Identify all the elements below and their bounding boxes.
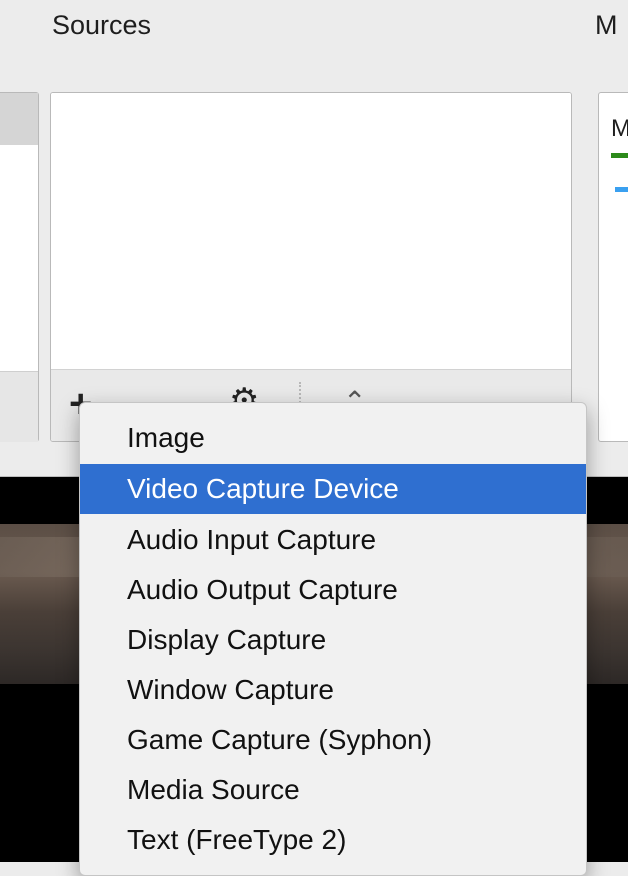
- scenes-panel[interactable]: [0, 92, 39, 442]
- scenes-toolbar: [0, 371, 38, 442]
- mixer-volume-meter: [611, 153, 628, 158]
- sources-panel: + ⚙ ⌃ ⌄: [50, 92, 572, 442]
- audio-mixer-panel: M: [598, 92, 628, 442]
- mixer-volume-slider[interactable]: [615, 187, 628, 192]
- menu-item-audio-input-capture[interactable]: Audio Input Capture: [80, 515, 586, 565]
- scene-list-item-selected[interactable]: [0, 93, 38, 145]
- mixer-dock-title: M: [595, 10, 618, 40]
- menu-item-window-capture[interactable]: Window Capture: [80, 665, 586, 715]
- menu-item-video-capture-device[interactable]: Video Capture Device: [80, 464, 586, 514]
- sources-list[interactable]: [51, 93, 571, 369]
- mixer-channel-label: M: [611, 115, 628, 143]
- menu-item-text-freetype-2[interactable]: Text (FreeType 2): [80, 815, 586, 865]
- add-source-menu: Image Video Capture Device Audio Input C…: [79, 402, 587, 876]
- menu-item-media-source[interactable]: Media Source: [80, 765, 586, 815]
- menu-item-image[interactable]: Image: [80, 413, 586, 463]
- menu-item-game-capture-syphon[interactable]: Game Capture (Syphon): [80, 715, 586, 765]
- menu-item-audio-output-capture[interactable]: Audio Output Capture: [80, 565, 586, 615]
- menu-item-display-capture[interactable]: Display Capture: [80, 615, 586, 665]
- sources-dock-title: Sources: [52, 10, 152, 40]
